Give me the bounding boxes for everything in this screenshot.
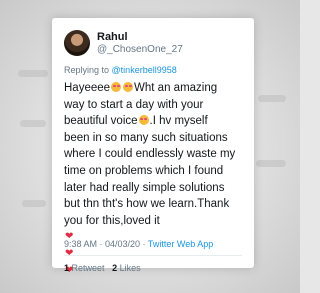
tweet-text: Hayeeee Wht an amazing way to start a day… bbox=[64, 80, 250, 279]
timestamp[interactable]: 9:38 AM · 04/03/20 · bbox=[64, 239, 148, 249]
background-blur-shape bbox=[20, 120, 46, 127]
tweet-card: Rahul @_ChosenOne_27 Replying to @tinker… bbox=[52, 18, 254, 276]
tweet-line: Hayeeee Wht an amazing bbox=[64, 82, 218, 94]
tweet-line: been in so many such situations bbox=[64, 131, 228, 144]
background-blur-shape bbox=[22, 200, 46, 207]
display-name[interactable]: Rahul bbox=[97, 31, 128, 43]
background-blur-shape bbox=[256, 160, 286, 167]
retweets-stat[interactable]: 1 Retweet bbox=[64, 263, 105, 273]
tweet-meta: 9:38 AM · 04/03/20 · Twitter Web App bbox=[64, 239, 213, 249]
avatar[interactable] bbox=[64, 30, 90, 56]
tweet-line: way to start a day with your bbox=[64, 98, 204, 111]
tweet-line: time on problems which I found bbox=[64, 164, 224, 177]
background-blur-shape bbox=[258, 95, 286, 102]
tweet-line: where I could endlessly waste my bbox=[64, 148, 236, 161]
likes-stat[interactable]: 2 Likes bbox=[112, 263, 141, 273]
engagement-stats: 1 Retweet 2 Likes bbox=[64, 263, 141, 273]
smiling-face-emoji-icon bbox=[138, 115, 149, 126]
replying-to-label: Replying to bbox=[64, 65, 110, 75]
user-handle[interactable]: @_ChosenOne_27 bbox=[97, 44, 183, 55]
tweet-line: but thn tht's how we learn.Thank bbox=[64, 198, 230, 211]
background-blur-shape bbox=[18, 70, 48, 77]
smiling-face-emoji-icon bbox=[111, 82, 122, 92]
tweet-line: later had really simple solutions bbox=[64, 181, 225, 194]
smiling-face-emoji-icon bbox=[123, 82, 134, 92]
divider bbox=[64, 255, 242, 256]
source-app[interactable]: Twitter Web App bbox=[148, 239, 213, 249]
replying-to: Replying to @tinkerbell9958 bbox=[64, 65, 177, 75]
tweet-line: beautiful voice .I hv myself bbox=[64, 115, 208, 128]
mention-link[interactable]: @tinkerbell9958 bbox=[112, 65, 177, 75]
